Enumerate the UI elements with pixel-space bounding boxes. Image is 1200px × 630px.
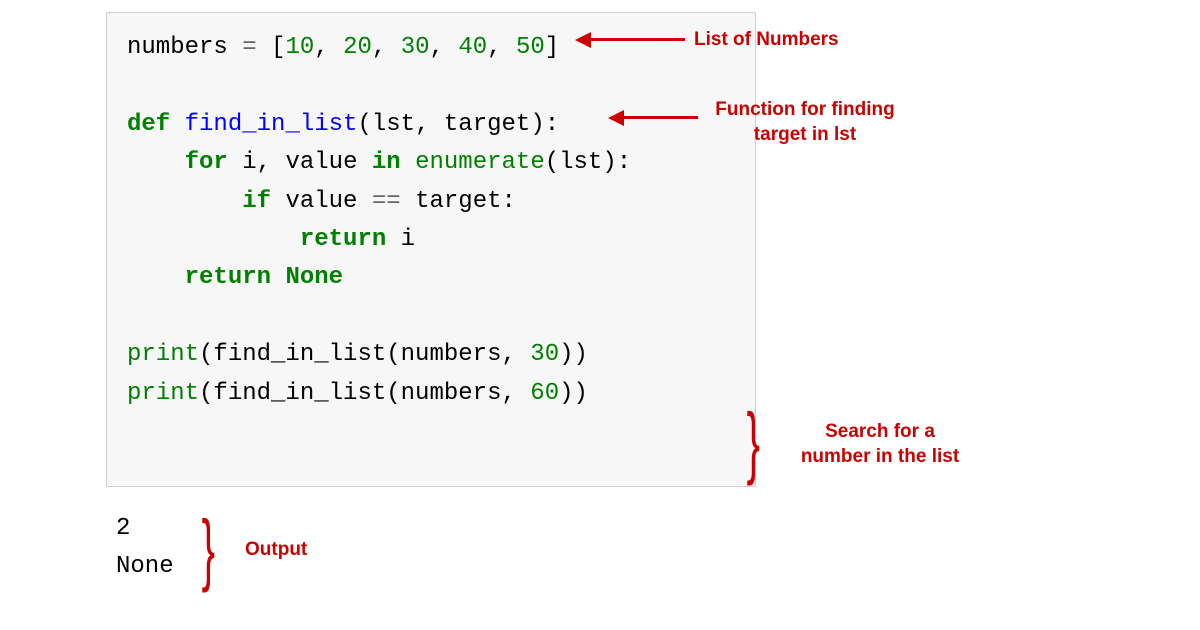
paren-close: ): (602, 149, 631, 176)
annotation-text: number in the list (801, 446, 959, 467)
indent (127, 226, 300, 253)
annotation-function: Function for finding target in lst (705, 98, 905, 147)
var-value: value (285, 188, 357, 215)
output-line1: 2 (116, 515, 130, 542)
builtin-print: print (127, 380, 199, 407)
var-numbers: numbers (127, 34, 228, 61)
kw-in: in (372, 149, 401, 176)
bracket-close: ] (545, 34, 559, 61)
comma: , (415, 111, 444, 138)
num-30: 30 (530, 341, 559, 368)
arrow-head-icon (575, 32, 591, 48)
brace-icon: } (747, 402, 760, 482)
paren-open: ( (386, 341, 400, 368)
indent (127, 264, 185, 291)
comma: , (314, 34, 343, 61)
comma: , (501, 341, 530, 368)
colon: : (502, 188, 516, 215)
op-eq: = (228, 34, 271, 61)
param-lst: lst (372, 111, 415, 138)
space (357, 149, 371, 176)
param-target: target (444, 111, 530, 138)
space (401, 188, 415, 215)
indent (127, 188, 242, 215)
paren-open: ( (357, 111, 371, 138)
builtin-enumerate: enumerate (415, 149, 545, 176)
comma: , (372, 34, 401, 61)
num-30: 30 (401, 34, 430, 61)
builtin-print: print (127, 341, 199, 368)
num-40: 40 (458, 34, 487, 61)
annotation-output: Output (245, 538, 307, 563)
bracket-open: [ (271, 34, 285, 61)
space (228, 149, 242, 176)
arg-numbers: numbers (401, 341, 502, 368)
space (386, 226, 400, 253)
space (401, 149, 415, 176)
space (271, 264, 285, 291)
var-i: i (242, 149, 256, 176)
arrow-line (590, 38, 685, 41)
annotation-search: Search for a number in the list (790, 420, 970, 469)
kw-if: if (242, 188, 271, 215)
annotation-list: List of Numbers (694, 28, 839, 53)
kw-return: return (185, 264, 271, 291)
paren-close: )) (559, 380, 588, 407)
comma: , (257, 149, 286, 176)
num-50: 50 (516, 34, 545, 61)
num-60: 60 (530, 380, 559, 407)
code-block: numbers = [10, 20, 30, 40, 50] def find_… (106, 12, 756, 487)
comma: , (487, 34, 516, 61)
output-line2: None (116, 553, 174, 580)
arg-numbers: numbers (401, 380, 502, 407)
paren-open: ( (386, 380, 400, 407)
func-name: find_in_list (185, 111, 358, 138)
arrow-line (623, 116, 698, 119)
paren-open: ( (545, 149, 559, 176)
paren-open: ( (199, 380, 213, 407)
arg-lst: lst (559, 149, 602, 176)
var-value: value (285, 149, 357, 176)
kw-none: None (285, 264, 343, 291)
annotation-text: Search for a (825, 421, 935, 442)
comma: , (430, 34, 459, 61)
annotation-text: List of Numbers (694, 29, 839, 50)
kw-for: for (185, 149, 228, 176)
output-block: 2 None (116, 510, 174, 587)
space (170, 111, 184, 138)
annotation-text: target in lst (754, 124, 856, 145)
call-fn: find_in_list (213, 380, 386, 407)
call-fn: find_in_list (213, 341, 386, 368)
arrow-head-icon (608, 110, 624, 126)
indent (127, 149, 185, 176)
var-target: target (415, 188, 501, 215)
space (271, 188, 285, 215)
kw-return: return (300, 226, 386, 253)
num-10: 10 (285, 34, 314, 61)
var-i: i (401, 226, 415, 253)
num-20: 20 (343, 34, 372, 61)
paren-close: ): (530, 111, 559, 138)
op-eqeq: == (372, 188, 401, 215)
annotation-text: Function for finding (715, 99, 894, 120)
kw-def: def (127, 111, 170, 138)
paren-open: ( (199, 341, 213, 368)
comma: , (501, 380, 530, 407)
space (357, 188, 371, 215)
paren-close: )) (559, 341, 588, 368)
brace-icon: } (202, 509, 215, 589)
annotation-text: Output (245, 539, 307, 560)
